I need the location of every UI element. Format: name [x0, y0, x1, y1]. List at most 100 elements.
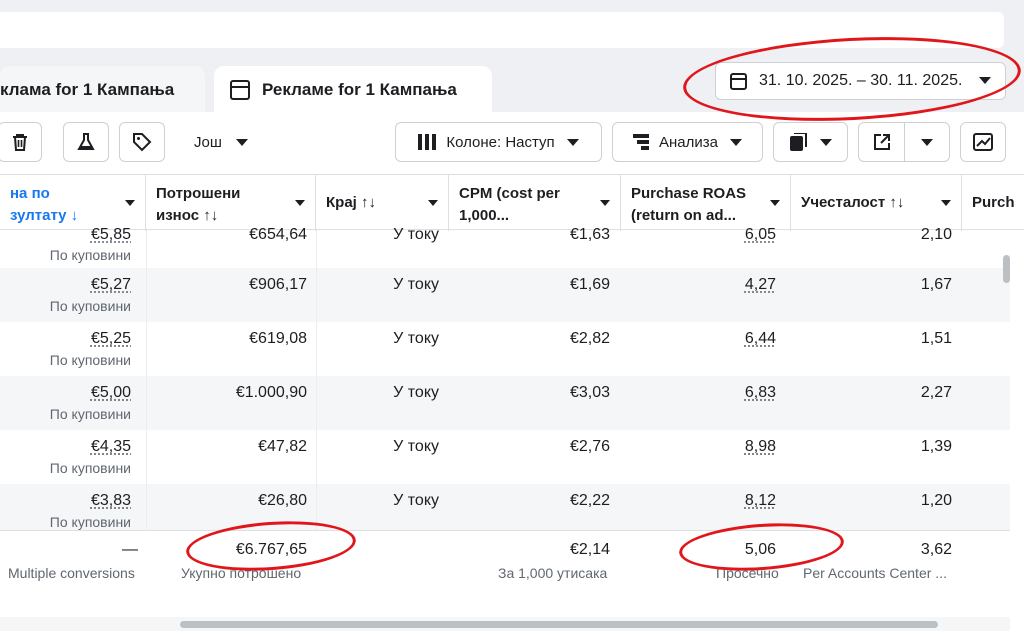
- roas-value[interactable]: 8,12: [745, 492, 776, 510]
- cost-per-result-value[interactable]: €5,25: [91, 330, 131, 348]
- result-type-label: По куповини: [49, 406, 131, 422]
- col-label: Purch: [972, 194, 1015, 211]
- table-row[interactable]: €5,25 По куповини €619,08 У току €2,82 6…: [0, 322, 1010, 376]
- chevron-down-icon: [819, 138, 832, 146]
- chevron-down-icon[interactable]: [295, 200, 305, 206]
- chevron-down-icon: [235, 138, 248, 146]
- amount-spent-value: €906,17: [249, 276, 307, 293]
- chevron-down-icon[interactable]: [600, 200, 610, 206]
- amount-spent-value: €47,82: [258, 438, 307, 455]
- vertical-scrollbar[interactable]: [1003, 255, 1010, 283]
- reports-dropdown[interactable]: [773, 122, 848, 162]
- col-label: Потрошени: [156, 185, 241, 202]
- export-split-button[interactable]: [858, 122, 950, 162]
- cost-per-result-value[interactable]: €3,83: [91, 492, 131, 510]
- breakdown-icon: [633, 134, 649, 150]
- test-button[interactable]: [63, 122, 109, 162]
- roas-value[interactable]: 6,83: [745, 384, 776, 402]
- flask-icon: [77, 133, 95, 150]
- trash-icon: [13, 134, 27, 151]
- amount-spent-value: €619,08: [249, 330, 307, 347]
- cost-per-result-value[interactable]: €5,00: [91, 384, 131, 402]
- cost-per-result-value[interactable]: €5,85: [91, 226, 131, 244]
- breakdown-dropdown[interactable]: Анализа: [612, 122, 763, 162]
- export-menu-button[interactable]: [905, 138, 949, 146]
- result-type-label: По куповини: [49, 460, 131, 476]
- end-value: У току: [393, 276, 439, 293]
- chevron-down-icon: [566, 138, 579, 146]
- tab-ads-active[interactable]: Рекламе for 1 Кампања: [214, 66, 492, 114]
- cost-per-result-value[interactable]: €5,27: [91, 276, 131, 294]
- cpm-value: €2,22: [569, 492, 610, 509]
- more-label: Још: [194, 133, 222, 151]
- horizontal-scrollbar[interactable]: [180, 621, 938, 628]
- summary-cost-per-result-label: Multiple conversions: [8, 565, 135, 581]
- reports-icon: [789, 133, 807, 151]
- amount-spent-value: €26,80: [258, 492, 307, 509]
- tab-label: клама for 1 Кампања: [0, 80, 175, 99]
- chevron-down-icon[interactable]: [125, 200, 135, 206]
- export-button[interactable]: [859, 123, 905, 161]
- column-divider: [316, 230, 317, 530]
- col-label: на по: [10, 185, 50, 202]
- end-value: У току: [393, 438, 439, 455]
- delete-button[interactable]: [0, 122, 42, 162]
- roas-value[interactable]: 4,27: [745, 276, 776, 294]
- amount-spent-value: €1.000,90: [235, 384, 307, 401]
- frequency-value: 1,20: [920, 492, 952, 509]
- roas-value[interactable]: 6,05: [745, 226, 776, 244]
- summary-cost-per-result: —: [122, 541, 138, 558]
- table-row[interactable]: €5,85 По куповини €654,64 У току €1,63 6…: [0, 216, 1010, 268]
- chevron-down-icon: [921, 138, 933, 146]
- result-type-label: По куповини: [49, 352, 131, 368]
- summary-cpm-label: За 1,000 утисака: [498, 565, 608, 581]
- summary-cpm: €2,14: [569, 541, 610, 558]
- charts-button[interactable]: [960, 122, 1006, 162]
- table-row[interactable]: €5,00 По куповини €1.000,90 У току €3,03…: [0, 376, 1010, 430]
- summary-frequency-label: Per Accounts Center ...: [803, 565, 947, 581]
- frequency-value: 1,51: [920, 330, 952, 347]
- summary-row: — Multiple conversions €6.767,65 Укупно …: [0, 530, 1010, 618]
- col-label: CPM (cost per: [459, 185, 560, 202]
- chevron-down-icon[interactable]: [770, 200, 780, 206]
- column-divider: [146, 230, 147, 530]
- result-type-label: По куповини: [49, 514, 131, 530]
- columns-icon: [418, 134, 437, 150]
- columns-dropdown[interactable]: Колоне: Наступ: [395, 122, 602, 162]
- cpm-value: €2,82: [569, 330, 610, 347]
- end-value: У току: [393, 330, 439, 347]
- chevron-down-icon: [729, 138, 742, 146]
- frequency-value: 1,67: [920, 276, 952, 293]
- table-row[interactable]: €5,27 По куповини €906,17 У току €1,69 4…: [0, 268, 1010, 322]
- end-value: У току: [393, 384, 439, 401]
- cpm-value: €3,03: [569, 384, 610, 401]
- roas-value[interactable]: 6,44: [745, 330, 776, 348]
- roas-value[interactable]: 8,98: [745, 438, 776, 456]
- end-value: У току: [393, 492, 439, 509]
- table-row[interactable]: €4,35 По куповини €47,82 У току €2,76 8,…: [0, 430, 1010, 484]
- col-label: Purchase ROAS: [631, 185, 747, 202]
- result-type-label: По куповини: [49, 298, 131, 314]
- chevron-down-icon[interactable]: [941, 200, 951, 206]
- more-dropdown[interactable]: Још: [194, 122, 248, 162]
- summary-frequency: 3,62: [920, 541, 952, 558]
- amount-spent-value: €654,64: [249, 226, 307, 243]
- tags-button[interactable]: [119, 122, 165, 162]
- result-type-label: По куповини: [49, 247, 131, 263]
- chevron-down-icon[interactable]: [428, 200, 438, 206]
- external-link-icon: [873, 134, 890, 150]
- tab-label: Рекламе for 1 Кампања: [262, 80, 457, 99]
- end-value: У току: [393, 226, 439, 243]
- frequency-value: 1,39: [920, 438, 952, 455]
- frequency-value: 2,27: [920, 384, 952, 401]
- frequency-value: 2,10: [920, 226, 952, 243]
- cpm-value: €1,69: [569, 276, 610, 293]
- analysis-label: Анализа: [659, 133, 718, 151]
- cpm-value: €1,63: [569, 226, 610, 243]
- cpm-value: €2,76: [569, 438, 610, 455]
- table-row[interactable]: €3,83 По куповини €26,80 У току €2,22 8,…: [0, 484, 1010, 530]
- col-label: Учесталост ↑↓: [801, 194, 905, 211]
- columns-label: Колоне: Наступ: [446, 133, 555, 151]
- tab-ads-first[interactable]: клама for 1 Кампања: [0, 66, 205, 114]
- cost-per-result-value[interactable]: €4,35: [91, 438, 131, 456]
